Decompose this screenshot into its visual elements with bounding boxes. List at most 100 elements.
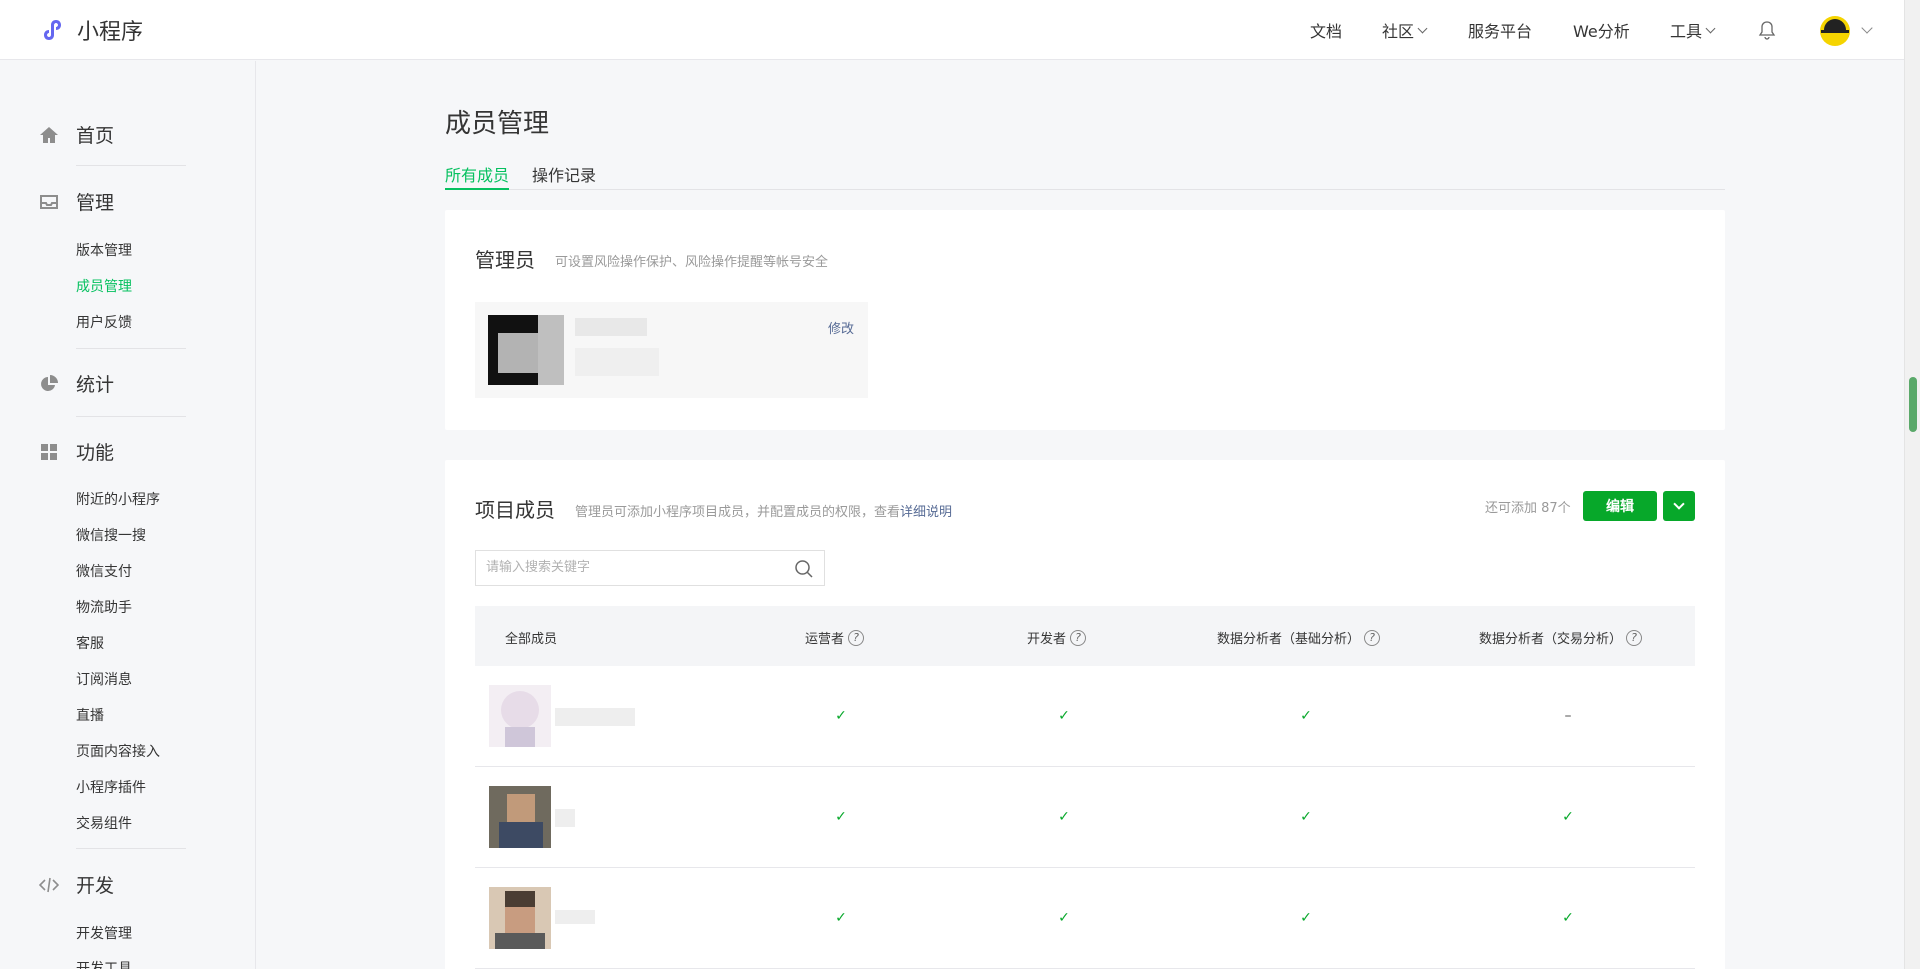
avatar-hat-brim [1821, 30, 1849, 33]
page-scrollbar[interactable] [1904, 0, 1920, 969]
sidebar-item-page-content[interactable]: 页面内容接入 [76, 741, 160, 761]
perm-analyst-trade: – [1564, 708, 1572, 724]
help-icon[interactable]: ? [1364, 629, 1381, 646]
col-developer-label: 开发者 [1027, 632, 1067, 647]
sidebar-item-dev-manage[interactable]: 开发管理 [76, 923, 132, 943]
top-navbar: 小程序 文档 社区 服务平台 We分析 工具 [0, 0, 1904, 60]
chevron-down-icon [1417, 23, 1428, 33]
perm-operator: ✓ [835, 708, 847, 724]
sidebar-item-customer-service[interactable]: 客服 [76, 633, 104, 653]
col-analyst-trade: 数据分析者（交易分析）? [1479, 628, 1643, 647]
edit-admin-link[interactable]: 修改 [828, 318, 854, 337]
admin-desc: 可设置风险操作保护、风险操作提醒等帐号安全 [555, 255, 829, 270]
sidebar-item-plugins[interactable]: 小程序插件 [76, 777, 146, 797]
sidebar-item-home[interactable]: 首页 [38, 121, 114, 148]
help-icon[interactable]: ? [1070, 629, 1087, 646]
inbox-icon [38, 191, 60, 213]
details-link[interactable]: 详细说明 [900, 505, 952, 520]
sidebar-item-stats-label: 统计 [76, 374, 115, 396]
members-desc-text: 管理员可添加小程序项目成员，并配置成员的权限，查看 [575, 505, 901, 520]
admin-info: 修改 [475, 302, 868, 398]
chevron-down-icon[interactable] [1861, 22, 1873, 34]
table-row: ✓ ✓ ✓ – [475, 666, 1695, 767]
table-row: ✓ ✓ ✓ ✓ [475, 868, 1695, 969]
chevron-down-icon [1673, 498, 1685, 510]
sidebar-item-search[interactable]: 微信搜一搜 [76, 525, 146, 545]
sidebar-divider [76, 416, 186, 417]
member-avatar [489, 887, 551, 949]
member-avatar [489, 786, 551, 848]
admin-card: 管理员 可设置风险操作保护、风险操作提醒等帐号安全 修改 [445, 210, 1725, 430]
nav-tools[interactable]: 工具 [1670, 0, 1716, 60]
search-icon[interactable] [794, 559, 814, 579]
scrollbar-thumb[interactable] [1909, 377, 1917, 432]
members-title: 项目成员 [475, 498, 555, 522]
nav-service-platform-label: 服务平台 [1468, 22, 1533, 41]
perm-developer: ✓ [1058, 809, 1070, 825]
sidebar-item-feedback[interactable]: 用户反馈 [76, 312, 132, 332]
sidebar-item-features-label: 功能 [76, 442, 115, 464]
sidebar-item-features[interactable]: 功能 [38, 438, 114, 465]
sidebar-item-trade[interactable]: 交易组件 [76, 813, 132, 833]
sidebar-item-stats[interactable]: 统计 [38, 370, 114, 397]
table-row: ✓ ✓ ✓ ✓ [475, 767, 1695, 868]
user-avatar[interactable] [1820, 16, 1850, 46]
sidebar-item-members[interactable]: 成员管理 [76, 276, 132, 296]
tab-bar: 所有成员 操作记录 [445, 160, 1725, 190]
nav-docs[interactable]: 文档 [1310, 0, 1342, 60]
perm-developer: ✓ [1058, 708, 1070, 724]
members-card: 项目成员 管理员可添加小程序项目成员，并配置成员的权限，查看详细说明 还可添加 … [445, 460, 1725, 969]
nav-tools-label: 工具 [1670, 22, 1703, 41]
sidebar-item-pay[interactable]: 微信支付 [76, 561, 132, 581]
nav-docs-label: 文档 [1310, 22, 1343, 41]
help-icon[interactable]: ? [1626, 629, 1643, 646]
pie-chart-icon [38, 373, 60, 395]
search-input[interactable] [486, 559, 776, 574]
tab-operation-log[interactable]: 操作记录 [532, 162, 596, 186]
col-analyst-basic: 数据分析者（基础分析）? [1217, 628, 1381, 647]
member-name-redacted [555, 910, 595, 924]
perm-operator: ✓ [835, 809, 847, 825]
active-tab-indicator [445, 188, 509, 190]
more-actions-button[interactable] [1663, 491, 1695, 521]
code-icon [38, 874, 60, 896]
member-avatar [489, 685, 551, 747]
members-desc: 管理员可添加小程序项目成员，并配置成员的权限，查看详细说明 [575, 501, 952, 520]
admin-title: 管理员 [475, 248, 535, 272]
sidebar-item-logistics[interactable]: 物流助手 [76, 597, 132, 617]
col-analyst-trade-label: 数据分析者（交易分析） [1479, 632, 1623, 647]
sidebar-item-live[interactable]: 直播 [76, 705, 104, 725]
sidebar-item-dev[interactable]: 开发 [38, 871, 114, 898]
sidebar-divider [76, 348, 186, 349]
member-name-redacted [555, 708, 635, 726]
sidebar-item-versions[interactable]: 版本管理 [76, 240, 132, 260]
sidebar-item-manage[interactable]: 管理 [38, 188, 114, 215]
tab-all-members[interactable]: 所有成员 [445, 162, 509, 186]
admin-name-redacted [575, 318, 647, 336]
bell-icon[interactable] [1758, 20, 1776, 40]
sidebar-item-nearby[interactable]: 附近的小程序 [76, 489, 160, 509]
chevron-down-icon [1705, 23, 1716, 33]
col-developer: 开发者? [1027, 628, 1087, 647]
col-operator-label: 运营者 [805, 632, 845, 647]
brand-logo[interactable]: 小程序 [39, 14, 143, 46]
edit-members-button[interactable]: 编辑 [1583, 491, 1657, 521]
admin-avatar [488, 315, 564, 385]
col-all-members[interactable]: 全部成员 [505, 628, 557, 647]
nav-service-platform[interactable]: 服务平台 [1468, 0, 1532, 60]
nav-community-label: 社区 [1382, 22, 1415, 41]
perm-analyst-basic: ✓ [1300, 708, 1312, 724]
col-operator: 运营者? [805, 628, 865, 647]
sidebar: 首页 管理 版本管理 成员管理 用户反馈 统计 功能 附近的小程序 微信搜一搜 … [0, 61, 256, 969]
help-icon[interactable]: ? [848, 629, 865, 646]
nav-we-analytics[interactable]: We分析 [1573, 0, 1630, 60]
sidebar-item-dev-tools[interactable]: 开发工具 [76, 958, 132, 969]
col-all-members-label: 全部成员 [505, 632, 558, 647]
sidebar-item-home-label: 首页 [76, 125, 115, 147]
nav-community[interactable]: 社区 [1382, 0, 1428, 60]
sidebar-divider [76, 848, 186, 849]
sidebar-divider [76, 165, 186, 166]
brand-name: 小程序 [77, 20, 144, 45]
sidebar-item-subscribe[interactable]: 订阅消息 [76, 669, 132, 689]
nav-we-analytics-label: We分析 [1573, 22, 1630, 41]
